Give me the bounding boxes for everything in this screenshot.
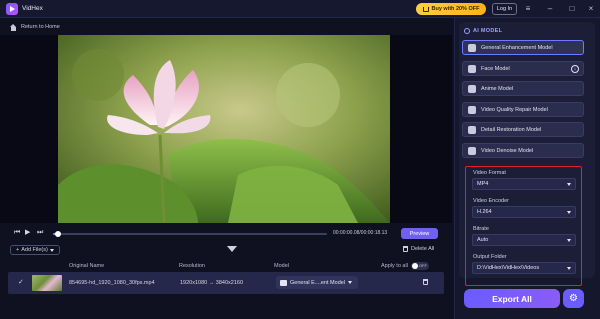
- model-video-quality-repair[interactable]: Video Quality Repair Model: [462, 102, 584, 117]
- video-thumbnail: [32, 275, 62, 291]
- row-model-select[interactable]: General E....ent Model: [276, 276, 358, 289]
- add-file-label: Add File(s): [21, 247, 48, 253]
- model-label: Video Denoise Model: [481, 147, 534, 154]
- buy-discount-button[interactable]: Buy with 20% OFF: [416, 3, 486, 15]
- chevron-down-icon: [567, 266, 571, 270]
- output-folder-label: Output Folder: [473, 254, 507, 260]
- video-format-select[interactable]: MP4: [472, 178, 576, 190]
- model-label: Anime Model: [481, 85, 514, 92]
- model-label: Video Quality Repair Model: [481, 106, 548, 113]
- model-detail-restoration[interactable]: Detail Restoration Model: [462, 122, 584, 137]
- preview-button[interactable]: Preview: [401, 228, 438, 239]
- repair-icon: [468, 105, 476, 114]
- ai-icon: [464, 28, 470, 34]
- row-model-label: General E....ent Model: [290, 279, 346, 286]
- ai-model-label: AI MODEL: [473, 28, 503, 34]
- buy-discount-label: Buy with 20% OFF: [431, 6, 480, 12]
- header-model: Model: [274, 263, 289, 269]
- playback-slider[interactable]: [53, 231, 327, 237]
- output-folder-select[interactable]: D:\VidHex\VidHex\Videos: [472, 262, 576, 274]
- gear-icon[interactable]: ⚙: [563, 289, 584, 308]
- play-icon[interactable]: ▶: [25, 229, 30, 237]
- video-encoder-label: Video Encoder: [473, 198, 509, 204]
- maximize-icon[interactable]: □: [567, 4, 577, 14]
- model-face[interactable]: Face Model ↓: [462, 61, 584, 76]
- app-title: VidHex: [22, 5, 43, 12]
- bitrate-select[interactable]: Auto: [472, 234, 576, 246]
- enhance-icon: [468, 43, 476, 52]
- model-label: General Enhancement Model: [481, 44, 553, 51]
- chevron-down-icon: [49, 248, 54, 252]
- delete-all-label: Delete All: [411, 246, 435, 252]
- file-name: 854695-hd_1920_1080_30fps.mp4: [69, 280, 155, 286]
- lotus-video-frame: [58, 35, 390, 223]
- menu-icon[interactable]: ≡: [523, 4, 533, 14]
- video-format-label: Video Format: [473, 170, 506, 176]
- cart-icon: [422, 6, 429, 12]
- skip-forward-icon[interactable]: ⏭: [37, 229, 43, 237]
- chevron-down-icon: [567, 210, 571, 214]
- table-row[interactable]: ✓ 854695-hd_1920_1080_30fps.mp4 1920x108…: [8, 272, 444, 294]
- denoise-icon: [468, 146, 476, 155]
- file-toolbar: + Add File(s) Delete All: [0, 243, 452, 257]
- checkmark-icon[interactable]: ✓: [18, 278, 24, 286]
- row-delete-icon[interactable]: [423, 279, 428, 285]
- output-folder-value: D:\VidHex\VidHex\Videos: [477, 265, 540, 271]
- video-encoder-value: H.264: [477, 209, 492, 215]
- face-icon: [468, 64, 476, 73]
- collapse-icon[interactable]: [227, 246, 237, 254]
- chevron-down-icon: [567, 238, 571, 242]
- detail-icon: [468, 125, 476, 134]
- close-icon[interactable]: ×: [586, 4, 596, 14]
- bitrate-label: Bitrate: [473, 226, 489, 232]
- model-anime[interactable]: Anime Model: [462, 81, 584, 96]
- minimize-icon[interactable]: –: [545, 4, 555, 14]
- title-bar: VidHex Buy with 20% OFF Log In ≡ – □ ×: [0, 0, 600, 18]
- skip-back-icon[interactable]: ⏮: [14, 229, 20, 237]
- export-all-button[interactable]: Export All: [464, 289, 560, 308]
- return-home-link[interactable]: Return to Home: [10, 22, 60, 32]
- header-resolution: Resolution: [179, 263, 205, 269]
- app-logo-icon: [6, 3, 18, 15]
- timecode: 00:00:00.08/00:00:18.13: [333, 230, 388, 236]
- anime-icon: [468, 84, 476, 93]
- apply-to-all-toggle[interactable]: OFF: [410, 262, 429, 270]
- login-button[interactable]: Log In: [492, 3, 517, 15]
- home-icon: [10, 23, 17, 31]
- model-icon: [280, 279, 287, 286]
- video-format-value: MP4: [477, 181, 489, 187]
- model-label: Detail Restoration Model: [481, 126, 542, 133]
- apply-to-all-label: Apply to all: [381, 263, 408, 269]
- toggle-state: OFF: [418, 263, 427, 268]
- video-encoder-select[interactable]: H.264: [472, 206, 576, 218]
- header-name: Original Name: [69, 263, 105, 269]
- chevron-down-icon: [348, 281, 353, 284]
- return-home-label: Return to Home: [21, 24, 60, 30]
- model-label: Face Model: [481, 65, 510, 72]
- preview-area: [0, 35, 452, 223]
- download-icon[interactable]: ↓: [571, 65, 579, 73]
- bitrate-value: Auto: [477, 237, 489, 243]
- trash-icon: [403, 246, 408, 252]
- chevron-down-icon: [567, 182, 571, 186]
- add-file-button[interactable]: + Add File(s): [10, 245, 60, 255]
- plus-icon: +: [16, 247, 20, 253]
- apply-to-all: Apply to all OFF: [381, 262, 429, 270]
- playback-handle[interactable]: [55, 231, 62, 237]
- playback-bar: ⏮ ▶ ⏭ 00:00:00.08/00:00:18.13 Preview: [0, 226, 452, 240]
- ai-model-heading: AI MODEL: [464, 28, 502, 34]
- model-general-enhancement[interactable]: General Enhancement Model: [462, 40, 584, 55]
- file-resolution: 1920x1080 → 3840x2160: [180, 280, 243, 286]
- video-preview: [58, 35, 390, 223]
- model-video-denoise[interactable]: Video Denoise Model: [462, 143, 584, 158]
- delete-all-button[interactable]: Delete All: [403, 246, 434, 252]
